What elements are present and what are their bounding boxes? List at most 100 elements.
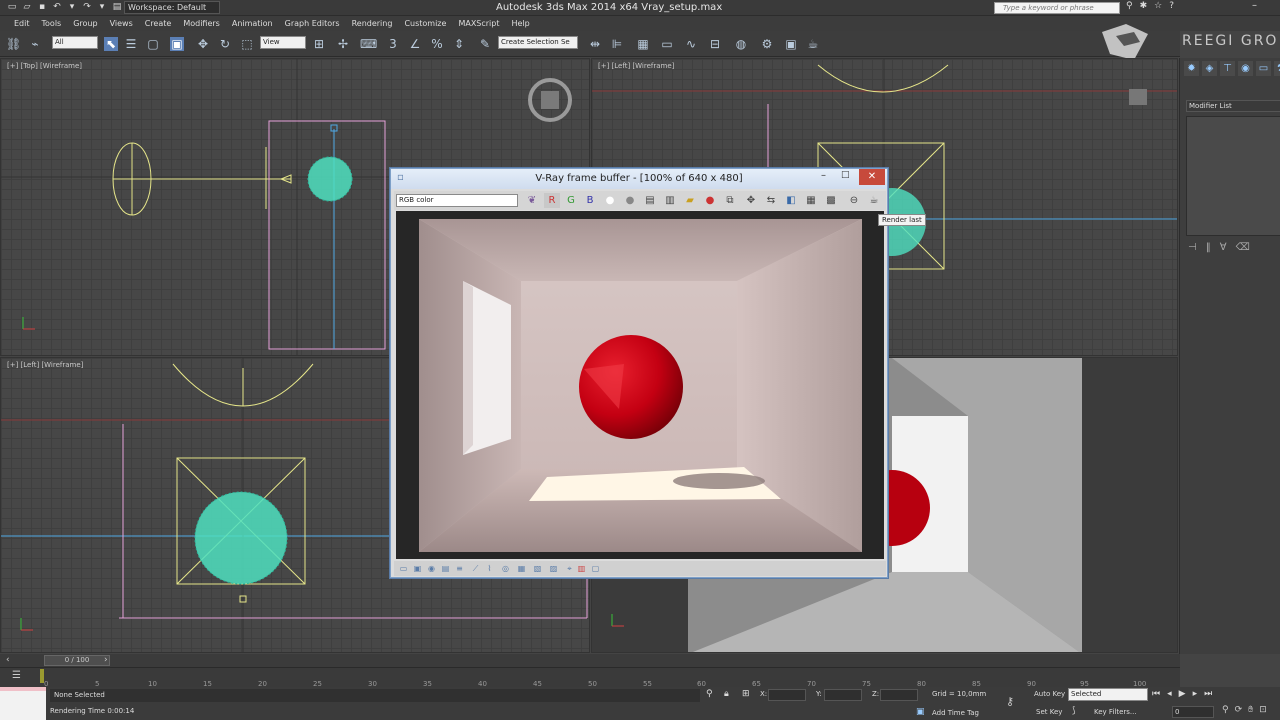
next-key-icon[interactable]: ▸ [1193,689,1198,699]
angle-snap-icon[interactable]: ∠ [408,37,422,51]
select-manipulate-icon[interactable]: ✢ [336,37,350,51]
track-mouse-icon[interactable]: ✥ [743,193,759,208]
save-image-icon[interactable]: ▤ [642,193,658,208]
menu-edit[interactable]: Edit [8,16,36,31]
help-icon[interactable]: ? [1169,1,1174,11]
time-slider[interactable]: 0 / 100 ‹ › [0,654,1180,667]
channel-dropdown[interactable]: RGB color [396,194,518,207]
goto-start-icon[interactable]: ⏮ [1152,689,1160,699]
blue-channel-button[interactable]: B [582,193,598,208]
material-editor-icon[interactable]: ◍ [734,37,748,51]
new-file-icon[interactable]: ▭ [6,1,18,13]
exposure-icon[interactable]: ⌇ [484,563,495,574]
render-region-icon[interactable]: ▢ [590,563,601,574]
menu-graph-editors[interactable]: Graph Editors [279,16,346,31]
hierarchy-tab-icon[interactable]: ⊤ [1220,61,1235,76]
track-bar[interactable]: ☰ 0 5 10 15 20 25 30 35 40 45 50 55 60 6… [0,667,1180,688]
remove-modifier-icon[interactable]: ⌫ [1236,242,1250,253]
pin-stack-icon[interactable]: ⊣ [1188,242,1197,253]
curve-editor-icon[interactable]: ∿ [684,37,698,51]
window-crossing-icon[interactable]: ▣ [170,37,184,51]
binoculars-icon[interactable]: ⚲ [1126,1,1133,11]
isolate-icon[interactable]: ⚲ [706,689,713,699]
menu-maxscript[interactable]: MAXScript [452,16,505,31]
viewcube[interactable] [527,77,573,123]
community-icon[interactable]: ✱ [1140,1,1148,11]
named-selection-dropdown[interactable]: Create Selection Se [498,36,578,49]
render-setup-icon[interactable]: ⚙ [760,37,774,51]
lens-effects-icon[interactable]: ▣ [412,563,423,574]
link-to-max-icon[interactable]: ⇆ [763,193,779,208]
maxscript-listener-mini[interactable] [0,687,46,720]
display-tab-icon[interactable]: ▭ [1256,61,1271,76]
undo-dropdown-icon[interactable]: ▾ [66,1,78,13]
crosshair-icon[interactable]: ⌖ [564,563,575,574]
time-tag-icon[interactable]: ▣ [916,707,925,717]
unlink-icon[interactable]: ⌁ [28,37,42,51]
red-channel-button[interactable]: R [544,193,560,208]
duplicate-to-max-icon[interactable]: ⧉ [722,193,738,208]
mirror-icon[interactable]: ⇹ [588,37,602,51]
create-tab-icon[interactable]: ✹ [1184,61,1199,76]
select-by-name-icon[interactable]: ☰ [124,37,138,51]
icc-icon[interactable]: ▨ [548,563,559,574]
render-production-icon[interactable]: ☕ [806,37,820,51]
maximize-viewport-icon[interactable]: ⊡ [1259,705,1267,715]
modifier-stack[interactable] [1186,116,1280,236]
percent-snap-icon[interactable]: % [430,37,444,51]
alpha-channel-icon[interactable]: ● [602,193,618,208]
x-coordinate-field[interactable] [768,689,806,701]
reference-coord-dropdown[interactable]: View [260,36,306,49]
mini-curve-editor-icon[interactable]: ☰ [12,670,21,681]
link-icon[interactable]: ⛓ [6,37,21,51]
goto-end-icon[interactable]: ⏭ [1204,689,1212,699]
move-icon[interactable]: ✥ [196,37,210,51]
utilities-tab-icon[interactable]: ⚒ [1274,61,1280,76]
rendered-frame-window-icon[interactable]: ▣ [784,37,798,51]
current-frame-field[interactable]: 0 [1172,706,1214,718]
key-icon[interactable]: ⚷ [1006,695,1014,708]
next-frame-icon[interactable]: › [104,655,108,665]
color-corrections-icon[interactable]: ❦ [524,193,540,208]
menu-group[interactable]: Group [67,16,103,31]
set-key-button[interactable]: Set Key [1036,708,1062,716]
curves-icon[interactable]: ⟋ [470,563,481,574]
align-icon[interactable]: ⊫ [610,37,624,51]
load-image-icon[interactable]: ▥ [662,193,678,208]
vfb-title-bar[interactable]: V-Ray frame buffer - [100% of 640 x 480]… [391,169,887,189]
select-object-icon[interactable]: ⬉ [104,37,118,51]
vfb-minimize-button[interactable]: – [821,170,826,181]
menu-help[interactable]: Help [506,16,536,31]
favorites-icon[interactable]: ☆ [1154,1,1162,11]
monochrome-icon[interactable]: ● [622,193,638,208]
key-selection-dropdown[interactable]: Selected [1068,688,1148,701]
rotate-icon[interactable]: ↻ [218,37,232,51]
make-unique-icon[interactable]: ∀ [1220,242,1227,253]
region-render-icon[interactable]: ◧ [783,193,799,208]
ab-compare-icon[interactable]: ▥ [576,563,587,574]
srgb-icon[interactable]: ◎ [500,563,511,574]
play-icon[interactable]: ▶ [1179,689,1186,699]
vray-frame-buffer-window[interactable]: V-Ray frame buffer - [100% of 640 x 480]… [390,168,888,578]
zoom-icon[interactable]: ⚲ [1222,705,1229,715]
auto-key-button[interactable]: Auto Key [1034,690,1065,698]
spinner-snap-icon[interactable]: ⇕ [452,37,466,51]
project-folder-icon[interactable]: ▤ [111,1,123,13]
green-channel-button[interactable]: G [563,193,579,208]
layer-manager-icon[interactable]: ▦ [636,37,650,51]
absolute-mode-icon[interactable]: ⊞ [742,689,750,699]
ocio-icon[interactable]: ▧ [532,563,543,574]
stop-render-icon[interactable]: ⊖ [846,193,862,208]
orbit-icon[interactable]: ⟳ [1235,705,1243,715]
menu-tools[interactable]: Tools [36,16,68,31]
menu-create[interactable]: Create [139,16,178,31]
keyboard-shortcut-icon[interactable]: ⌨ [360,37,377,51]
prev-frame-icon[interactable]: ‹ [6,655,10,665]
prev-key-icon[interactable]: ◂ [1167,689,1172,699]
motion-tab-icon[interactable]: ◉ [1238,61,1253,76]
render-last-icon[interactable]: ☕ [866,193,882,208]
key-filters-button[interactable]: Key Filters... [1094,708,1137,716]
vfb-close-button[interactable]: ✕ [859,169,885,185]
lut-icon[interactable]: ▦ [516,563,527,574]
stamp-icon[interactable]: ◉ [426,563,437,574]
